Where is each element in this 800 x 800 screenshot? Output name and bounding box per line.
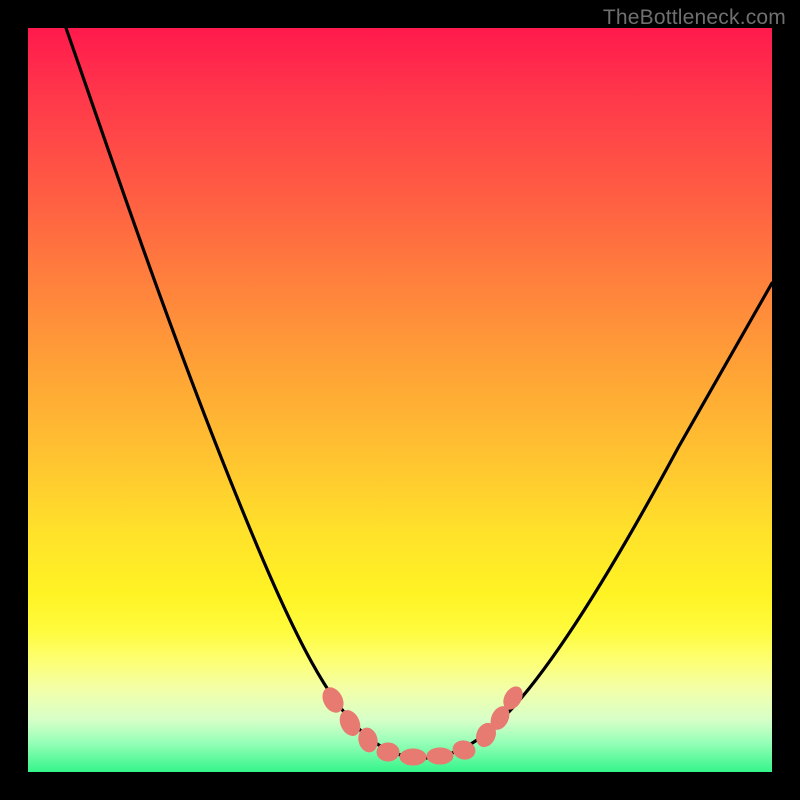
- watermark-text: TheBottleneck.com: [603, 6, 786, 30]
- chart-frame: TheBottleneck.com: [0, 0, 800, 800]
- bottleneck-curve: [28, 28, 772, 772]
- plot-area: [28, 28, 772, 772]
- curve-path: [66, 28, 772, 758]
- valley-markers: [319, 684, 526, 765]
